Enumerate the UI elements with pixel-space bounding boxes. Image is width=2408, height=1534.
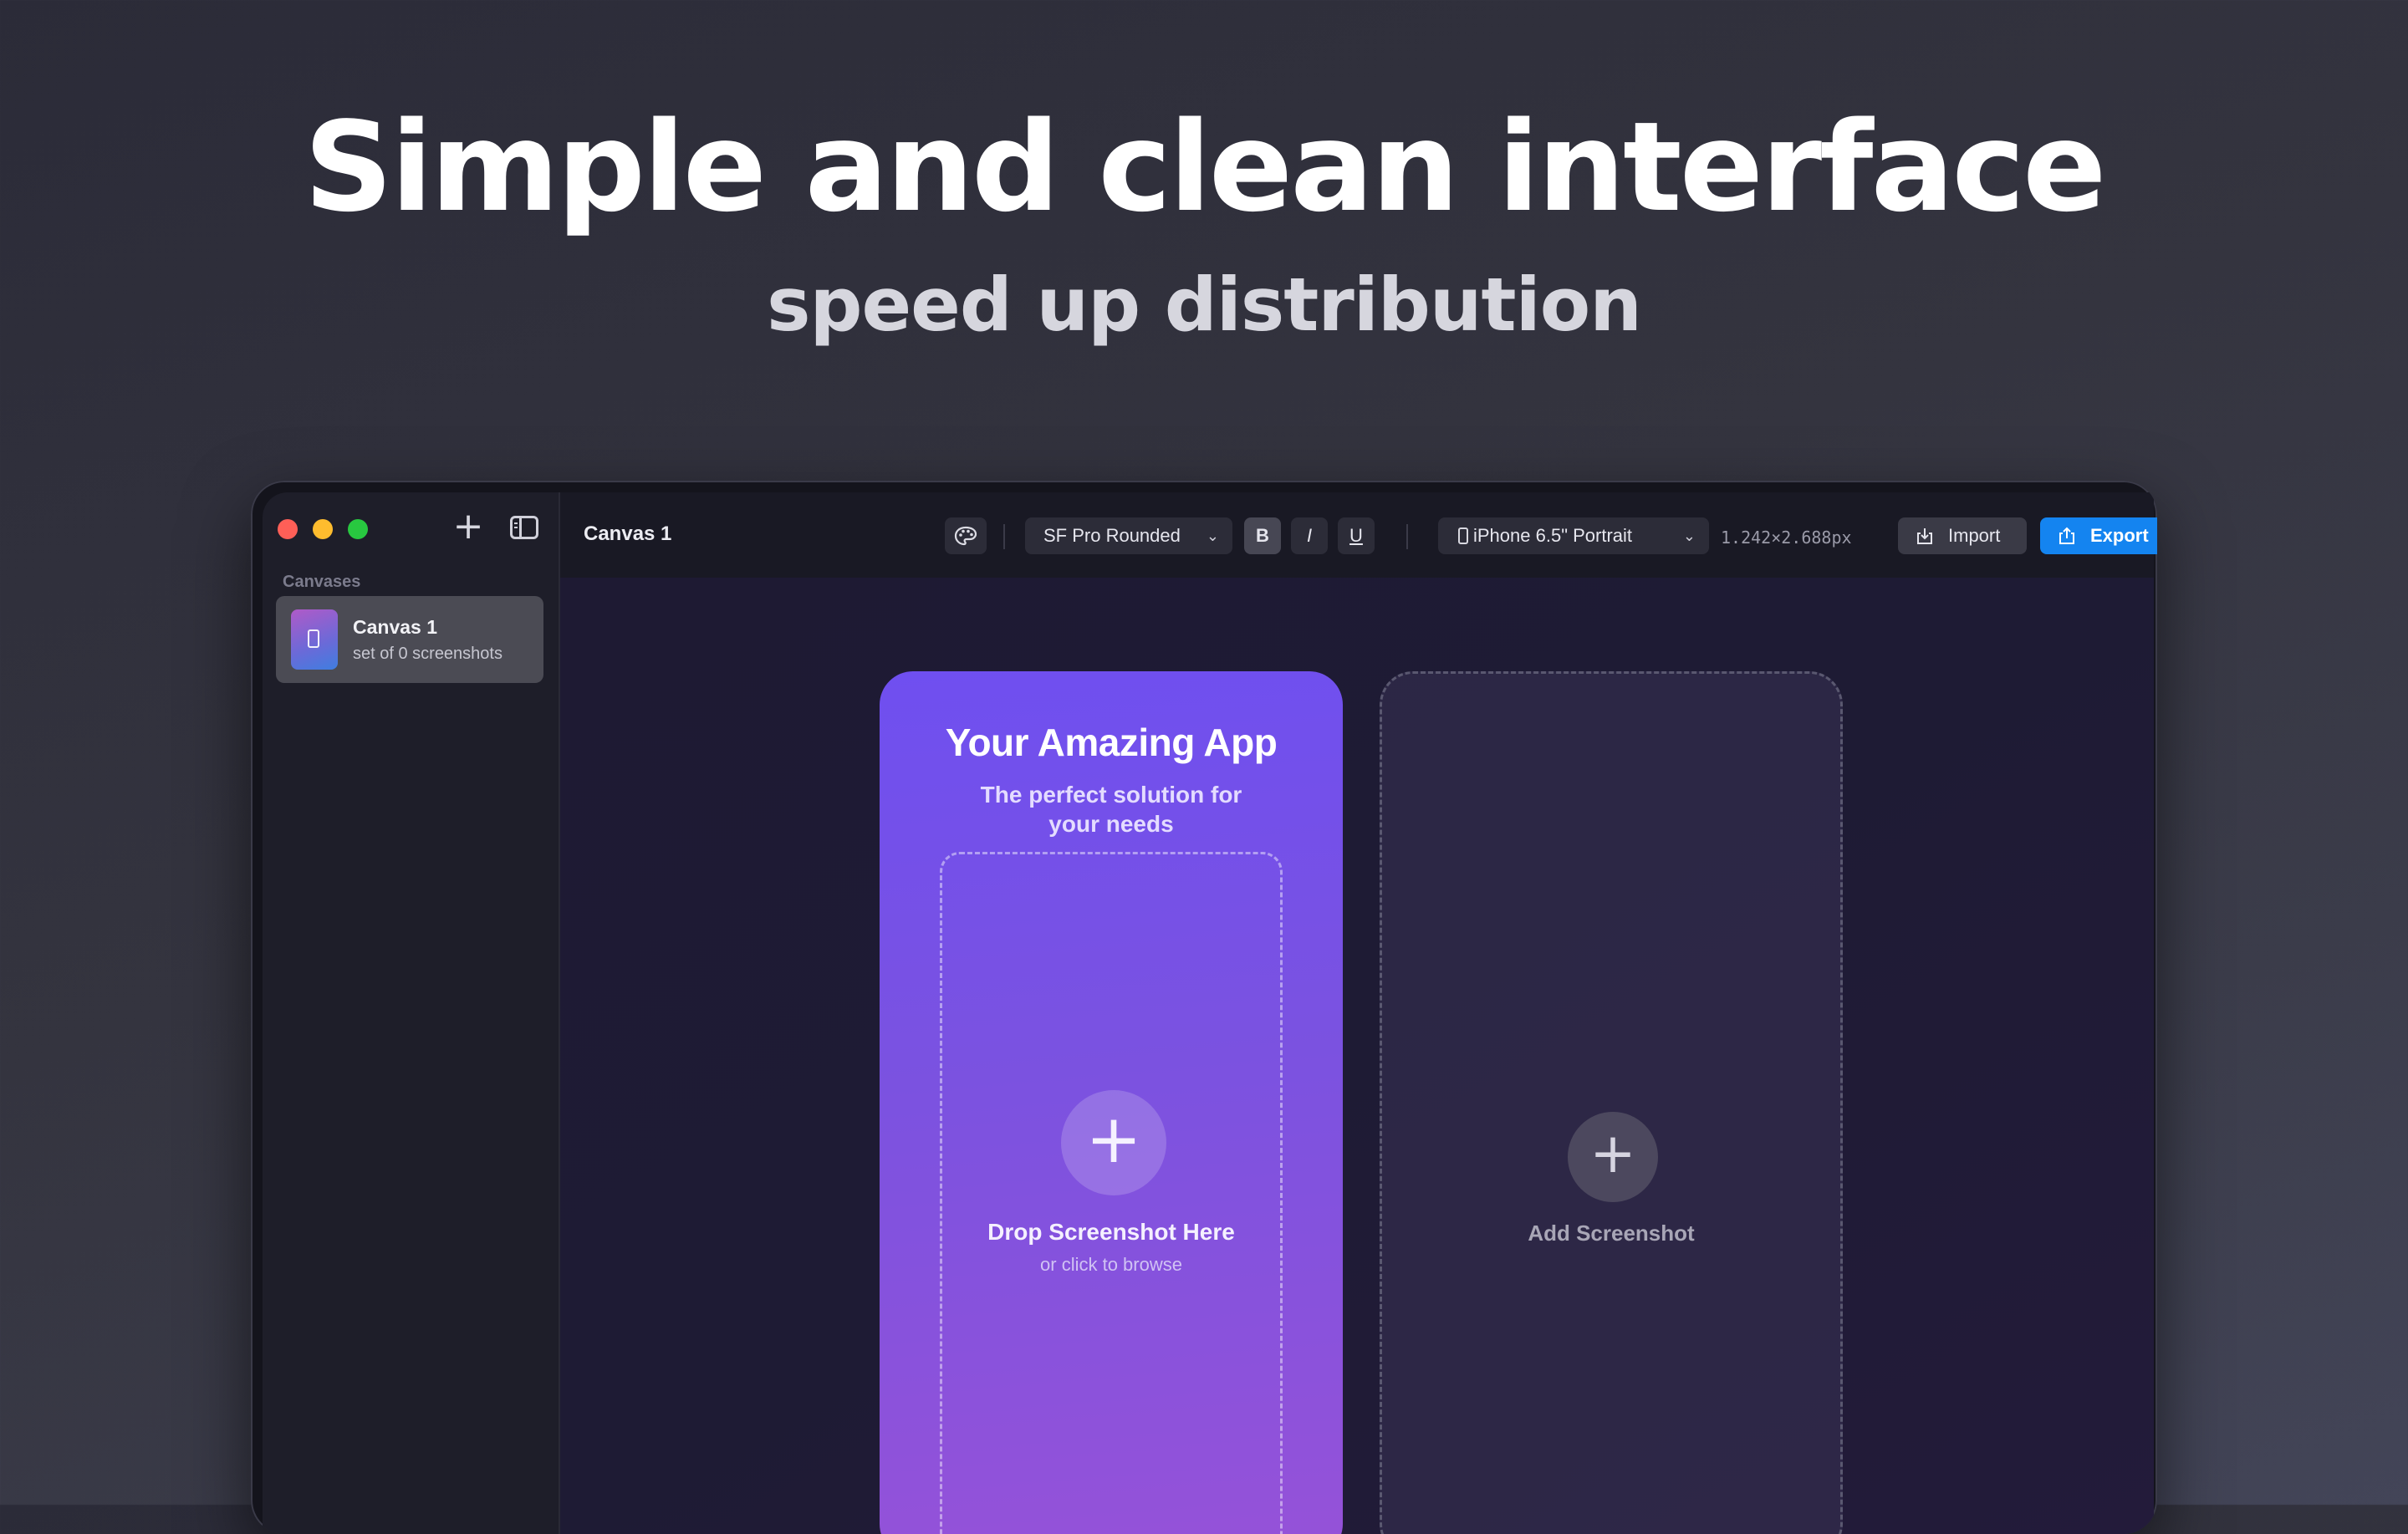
sidebar-section-label: Canvases (283, 573, 361, 591)
palette-button[interactable] (945, 517, 987, 554)
card-title[interactable]: Your Amazing App (880, 720, 1343, 765)
screenshot-drop-zone[interactable]: + Drop Screenshot Here or click to brows… (940, 852, 1283, 1534)
canvas-dimensions: 1.242×2.688px (1721, 527, 1852, 548)
bold-button[interactable]: B (1244, 517, 1281, 554)
toolbar-divider (1406, 524, 1408, 549)
close-window-button[interactable] (278, 519, 298, 539)
app-window: + Canvases Canvas 1 set of 0 screenshots… (251, 481, 2157, 1534)
canvas-area: Canvas 1 SF Pro Rounded ⌄ B I U iPhone 6… (560, 492, 2157, 1534)
card-subtitle[interactable]: The perfect solution for your needs (977, 780, 1245, 838)
add-screenshot-label: Add Screenshot (1528, 1221, 1695, 1246)
page-title: Canvas 1 (584, 522, 672, 545)
import-label: Import (1948, 525, 2001, 546)
chevron-down-icon: ⌄ (1206, 527, 1219, 544)
device-select[interactable]: iPhone 6.5" Portrait ⌄ (1438, 517, 1709, 554)
chevron-down-icon: ⌄ (1682, 527, 1696, 544)
hero-title: Simple and clean interface (304, 95, 2107, 239)
screenshot-card[interactable]: Your Amazing App The perfect solution fo… (880, 671, 1343, 1534)
plus-icon[interactable]: + (450, 508, 487, 546)
sidebar-toggle-icon[interactable] (510, 516, 538, 539)
plus-icon: + (1061, 1090, 1166, 1195)
export-label: Export (2090, 525, 2149, 546)
italic-button[interactable]: I (1291, 517, 1328, 554)
hero-subtitle: speed up distribution (767, 262, 1642, 348)
sidebar: + Canvases Canvas 1 set of 0 screenshots (263, 492, 560, 1534)
add-screenshot-slot[interactable]: + Add Screenshot (1380, 671, 1843, 1534)
drop-label: Drop Screenshot Here (987, 1219, 1235, 1245)
toolbar: Canvas 1 SF Pro Rounded ⌄ B I U iPhone 6… (560, 492, 2157, 578)
sidebar-item-subtitle: set of 0 screenshots (353, 645, 503, 663)
device-select-value: iPhone 6.5" Portrait (1473, 525, 1633, 546)
import-icon (1917, 528, 1932, 544)
toolbar-divider (1003, 524, 1005, 549)
minimize-window-button[interactable] (313, 519, 333, 539)
export-button[interactable]: Export (2040, 517, 2157, 554)
share-icon (2059, 527, 2074, 544)
zoom-window-button[interactable] (348, 519, 368, 539)
phone-icon (291, 609, 338, 670)
drop-hint: or click to browse (1040, 1254, 1182, 1275)
sidebar-item-canvas-1[interactable]: Canvas 1 set of 0 screenshots (276, 596, 543, 683)
underline-button[interactable]: U (1338, 517, 1375, 554)
font-select[interactable]: SF Pro Rounded ⌄ (1025, 517, 1232, 554)
import-button[interactable]: Import (1898, 517, 2027, 554)
palette-icon (954, 526, 977, 546)
phone-icon (1458, 527, 1468, 544)
plus-icon: + (1568, 1112, 1658, 1202)
font-select-value: SF Pro Rounded (1043, 525, 1181, 546)
sidebar-item-label: Canvas 1 (353, 616, 438, 638)
